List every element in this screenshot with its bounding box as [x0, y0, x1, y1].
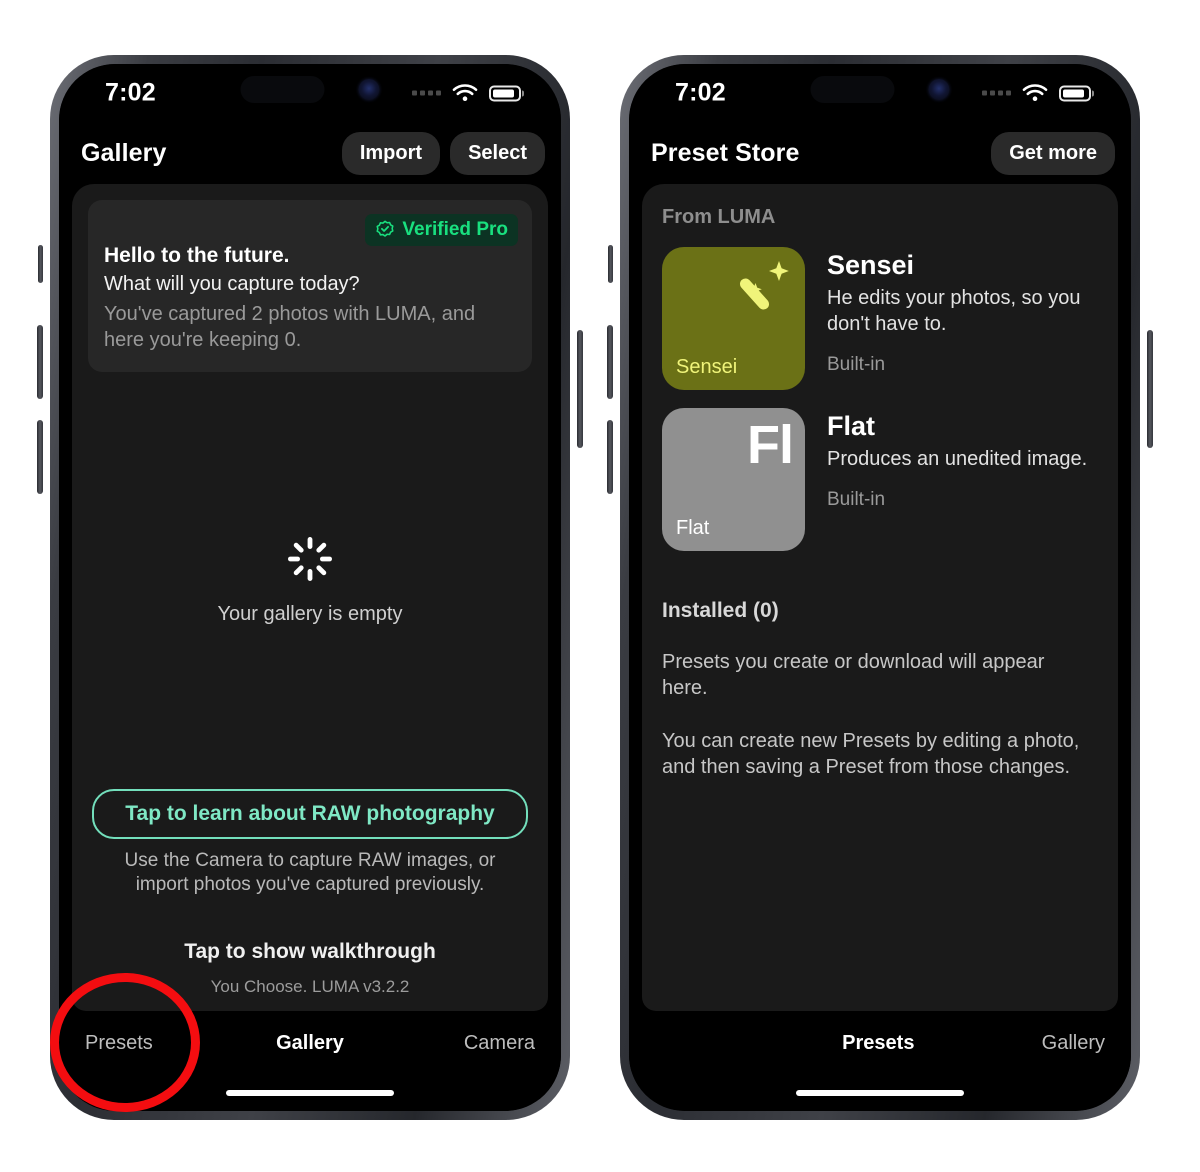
- nav-bar-preset-store: Preset Store Get more: [629, 122, 1131, 184]
- empty-gallery-label: Your gallery is empty: [217, 602, 403, 625]
- dynamic-island: [240, 76, 380, 103]
- preset-title: Sensei: [827, 250, 915, 280]
- section-from-luma: From LUMA: [662, 206, 776, 228]
- list-item[interactable]: Fl Flat Flat Produces an unedited image.…: [642, 390, 1118, 551]
- list-item[interactable]: Sensei Sensei He edits your photos, so y…: [642, 229, 1118, 390]
- cellular-dots-icon: [982, 90, 1011, 96]
- installed-empty-text: Presets you create or download will appe…: [642, 623, 1118, 781]
- magic-wand-sparkle-icon: [739, 261, 789, 310]
- volume-up-button[interactable]: [37, 325, 43, 399]
- front-camera-icon: [928, 79, 950, 100]
- preset-info-sensei: Sensei He edits your photos, so you don'…: [827, 247, 1098, 390]
- cellular-dots-icon: [412, 90, 441, 96]
- phone-left-screen-bezel: 7:02 Gallery Import Select Verified Pro …: [59, 64, 561, 1111]
- island-pill: [240, 76, 325, 103]
- select-button[interactable]: Select: [450, 131, 545, 175]
- gallery-screen: 7:02 Gallery Import Select Verified Pro …: [59, 64, 561, 1111]
- volume-down-button[interactable]: [607, 420, 613, 494]
- gallery-content-card: Verified Pro Hello to the future. What w…: [72, 184, 548, 1011]
- tab-bar-left: Presets Gallery Camera: [59, 1011, 561, 1075]
- status-badge-label: Verified Pro: [402, 219, 508, 240]
- section-installed: Installed (0): [662, 599, 779, 622]
- battery-icon: [489, 85, 521, 101]
- tab-gallery[interactable]: Gallery: [1042, 1032, 1105, 1055]
- tab-presets[interactable]: Presets: [85, 1032, 235, 1055]
- phone-left: 7:02 Gallery Import Select Verified Pro …: [37, 55, 583, 1120]
- preset-thumbnail-flat[interactable]: Fl Flat: [662, 408, 805, 551]
- silence-switch[interactable]: [608, 245, 613, 283]
- front-camera-icon: [358, 79, 380, 100]
- wifi-icon: [452, 84, 478, 101]
- status-time: 7:02: [675, 78, 726, 107]
- tab-presets[interactable]: Presets: [655, 1032, 1042, 1055]
- wifi-icon: [1022, 84, 1048, 101]
- get-more-button[interactable]: Get more: [991, 131, 1115, 175]
- power-button[interactable]: [1147, 330, 1153, 448]
- app-version-label: You Choose. LUMA v3.2.2: [210, 977, 410, 996]
- tab-gallery[interactable]: Gallery: [235, 1032, 385, 1055]
- nav-bar-gallery: Gallery Import Select: [59, 122, 561, 184]
- flat-glyph-icon: Fl: [747, 415, 794, 475]
- preset-description: He edits your photos, so you don't have …: [827, 287, 1081, 335]
- tab-bar-right: Presets Gallery: [629, 1011, 1131, 1075]
- welcome-subheading: What will you capture today?: [104, 273, 360, 295]
- status-icons: [982, 84, 1091, 103]
- power-button[interactable]: [577, 330, 583, 448]
- volume-down-button[interactable]: [37, 420, 43, 494]
- preset-thumbnail-label: Sensei: [676, 356, 738, 378]
- spinner-icon: [288, 536, 332, 581]
- page-title: Gallery: [81, 138, 167, 167]
- home-indicator-left[interactable]: [59, 1075, 561, 1111]
- learn-raw-button[interactable]: Tap to learn about RAW photography: [92, 788, 528, 839]
- preset-description: Produces an unedited image.: [827, 448, 1088, 470]
- preset-store-content-card: From LUMA Sensei Sensei He edits your ph…: [642, 184, 1118, 1011]
- island-pill: [810, 76, 895, 103]
- installed-line-2: You can create new Presets by editing a …: [662, 729, 1080, 779]
- preset-info-flat: Flat Produces an unedited image. Built-i…: [827, 408, 1087, 551]
- phone-right: 7:02 Preset Store Get more From LUMA Sen…: [607, 55, 1153, 1120]
- dynamic-island: [810, 76, 950, 103]
- tab-camera[interactable]: Camera: [385, 1032, 535, 1055]
- gallery-footer: Tap to learn about RAW photography Use t…: [72, 788, 548, 1011]
- status-badge: Verified Pro: [365, 214, 518, 246]
- preset-thumbnail-label: Flat: [676, 517, 710, 539]
- volume-up-button[interactable]: [607, 325, 613, 399]
- phone-right-screen-bezel: 7:02 Preset Store Get more From LUMA Sen…: [629, 64, 1131, 1111]
- welcome-card: Verified Pro Hello to the future. What w…: [88, 200, 532, 372]
- verified-rosette-icon: [376, 220, 394, 237]
- status-bar-left: 7:02: [59, 64, 561, 122]
- empty-gallery-state: Your gallery is empty: [72, 372, 548, 789]
- battery-icon: [1059, 85, 1091, 101]
- installed-line-1: Presets you create or download will appe…: [662, 651, 1045, 700]
- preset-title: Flat: [827, 411, 876, 441]
- show-walkthrough-button[interactable]: Tap to show walkthrough: [92, 940, 528, 964]
- silence-switch[interactable]: [38, 245, 43, 283]
- preset-thumbnail-sensei[interactable]: Sensei: [662, 247, 805, 390]
- home-indicator-right[interactable]: [629, 1075, 1131, 1111]
- preset-meta: Built-in: [827, 354, 886, 375]
- screenshot-stage: 7:02 Gallery Import Select Verified Pro …: [0, 0, 1200, 1172]
- raw-help-text: Use the Camera to capture RAW images, or…: [124, 849, 496, 896]
- welcome-body: You've captured 2 photos with LUMA, and …: [104, 303, 476, 352]
- preset-meta: Built-in: [827, 489, 886, 510]
- page-title: Preset Store: [651, 138, 800, 167]
- import-button[interactable]: Import: [341, 131, 441, 175]
- status-icons: [412, 84, 521, 103]
- welcome-heading: Hello to the future.: [104, 244, 290, 267]
- status-bar-right: 7:02: [629, 64, 1131, 122]
- status-time: 7:02: [105, 78, 156, 107]
- preset-store-screen: 7:02 Preset Store Get more From LUMA Sen…: [629, 64, 1131, 1111]
